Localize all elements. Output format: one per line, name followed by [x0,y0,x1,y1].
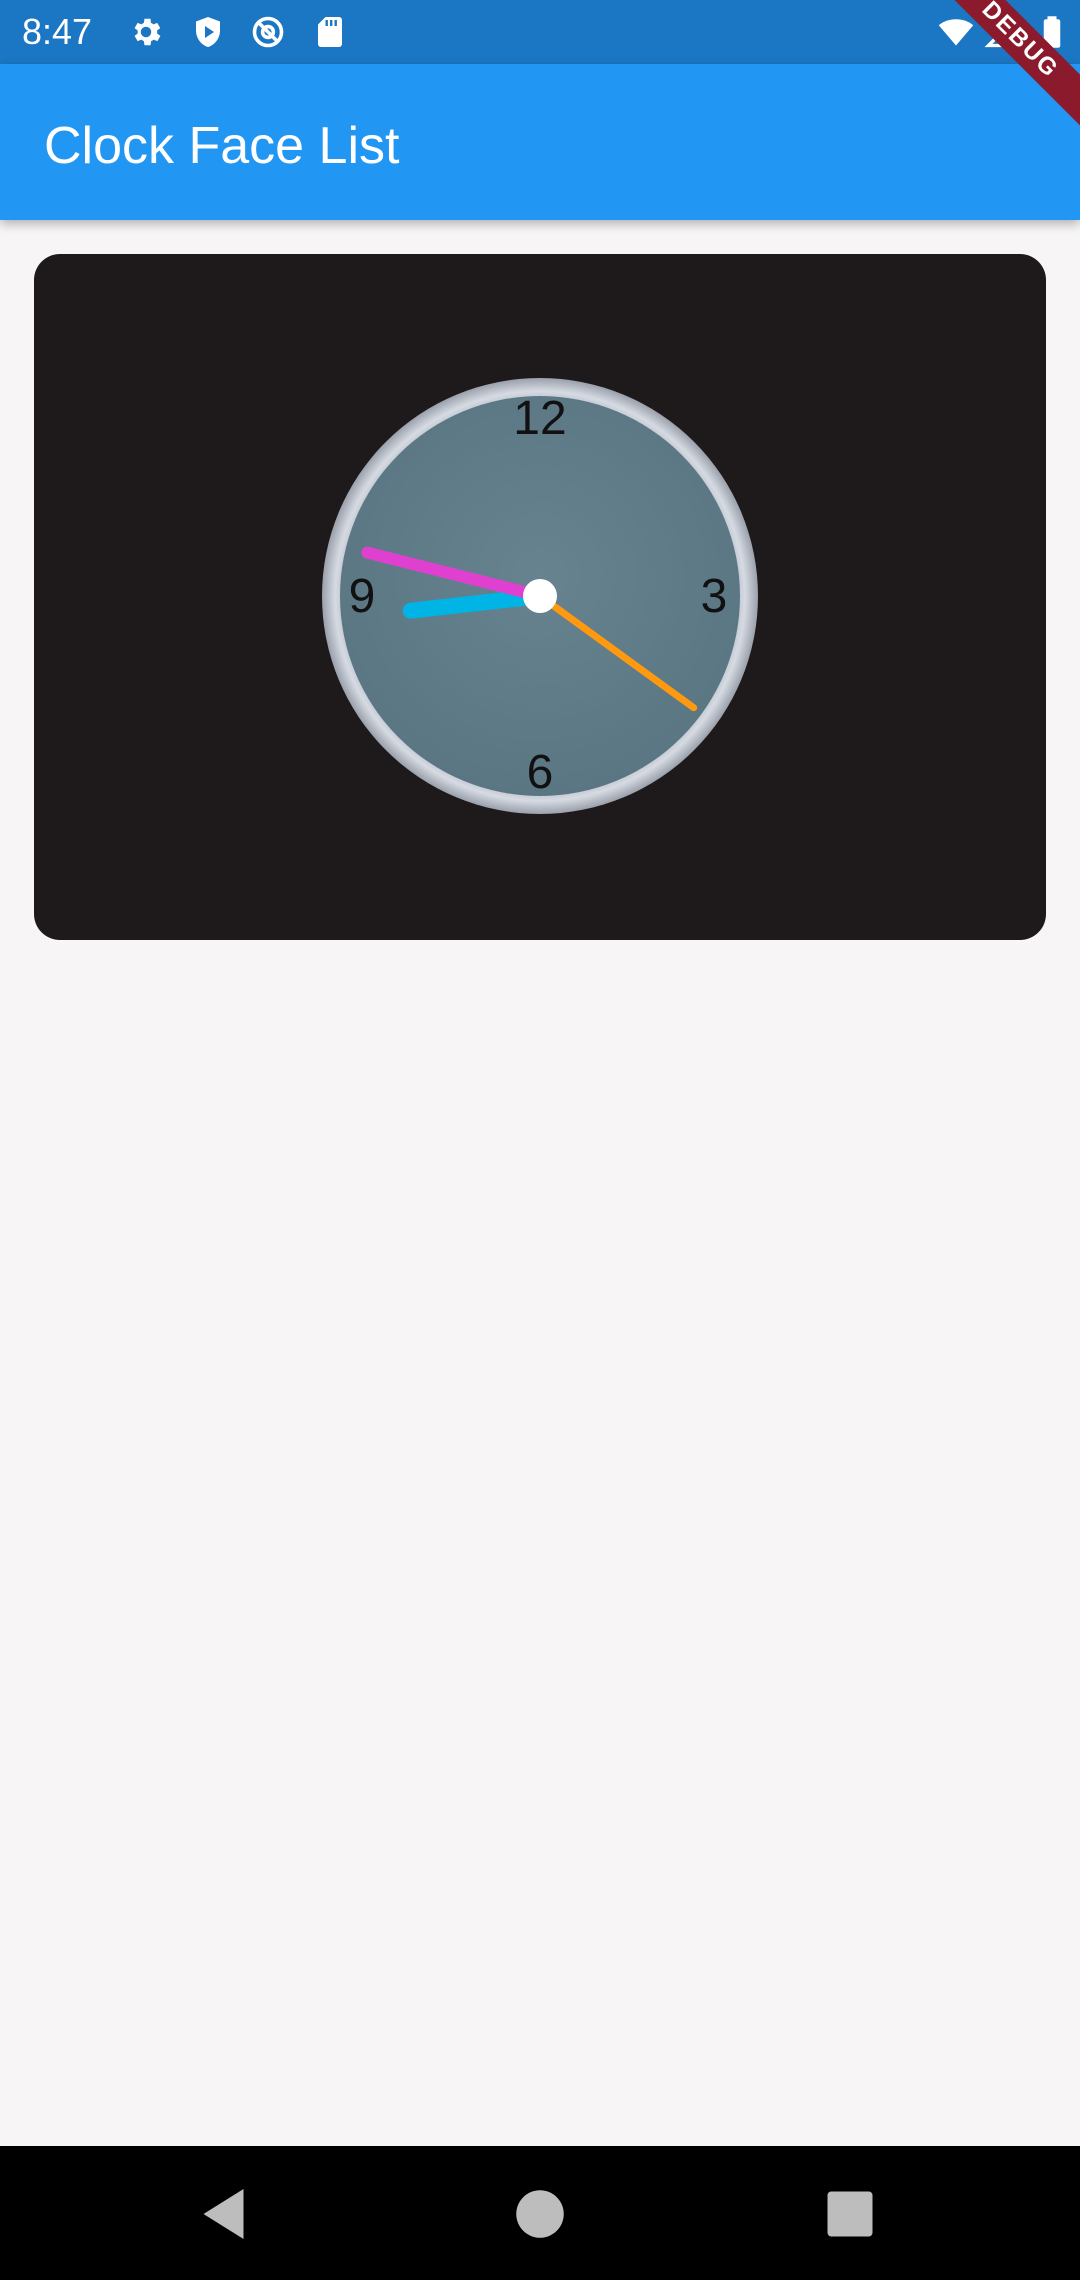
status-bar: 8:47 [0,0,1080,64]
status-time: 8:47 [22,11,93,52]
center-dot [523,579,557,613]
recents-icon[interactable] [820,2184,880,2244]
numeral-6: 6 [527,746,554,799]
home-icon[interactable] [510,2184,570,2244]
shield-icon [196,17,220,47]
page-title: Clock Face List [44,117,400,175]
at-sign-icon [252,16,284,48]
sd-card-icon [318,17,342,47]
numeral-3: 3 [701,570,728,623]
back-icon[interactable] [196,2184,256,2244]
settings-icon [134,18,161,46]
numeral-9: 9 [349,570,376,623]
wifi-icon [938,19,974,46]
numeral-12: 12 [513,392,566,445]
clock-card[interactable]: 12 3 6 9 [34,254,1046,940]
navigation-bar [0,2146,1080,2280]
clock-face: 12 3 6 9 [322,378,758,814]
app-bar: Clock Face List [0,64,1080,220]
